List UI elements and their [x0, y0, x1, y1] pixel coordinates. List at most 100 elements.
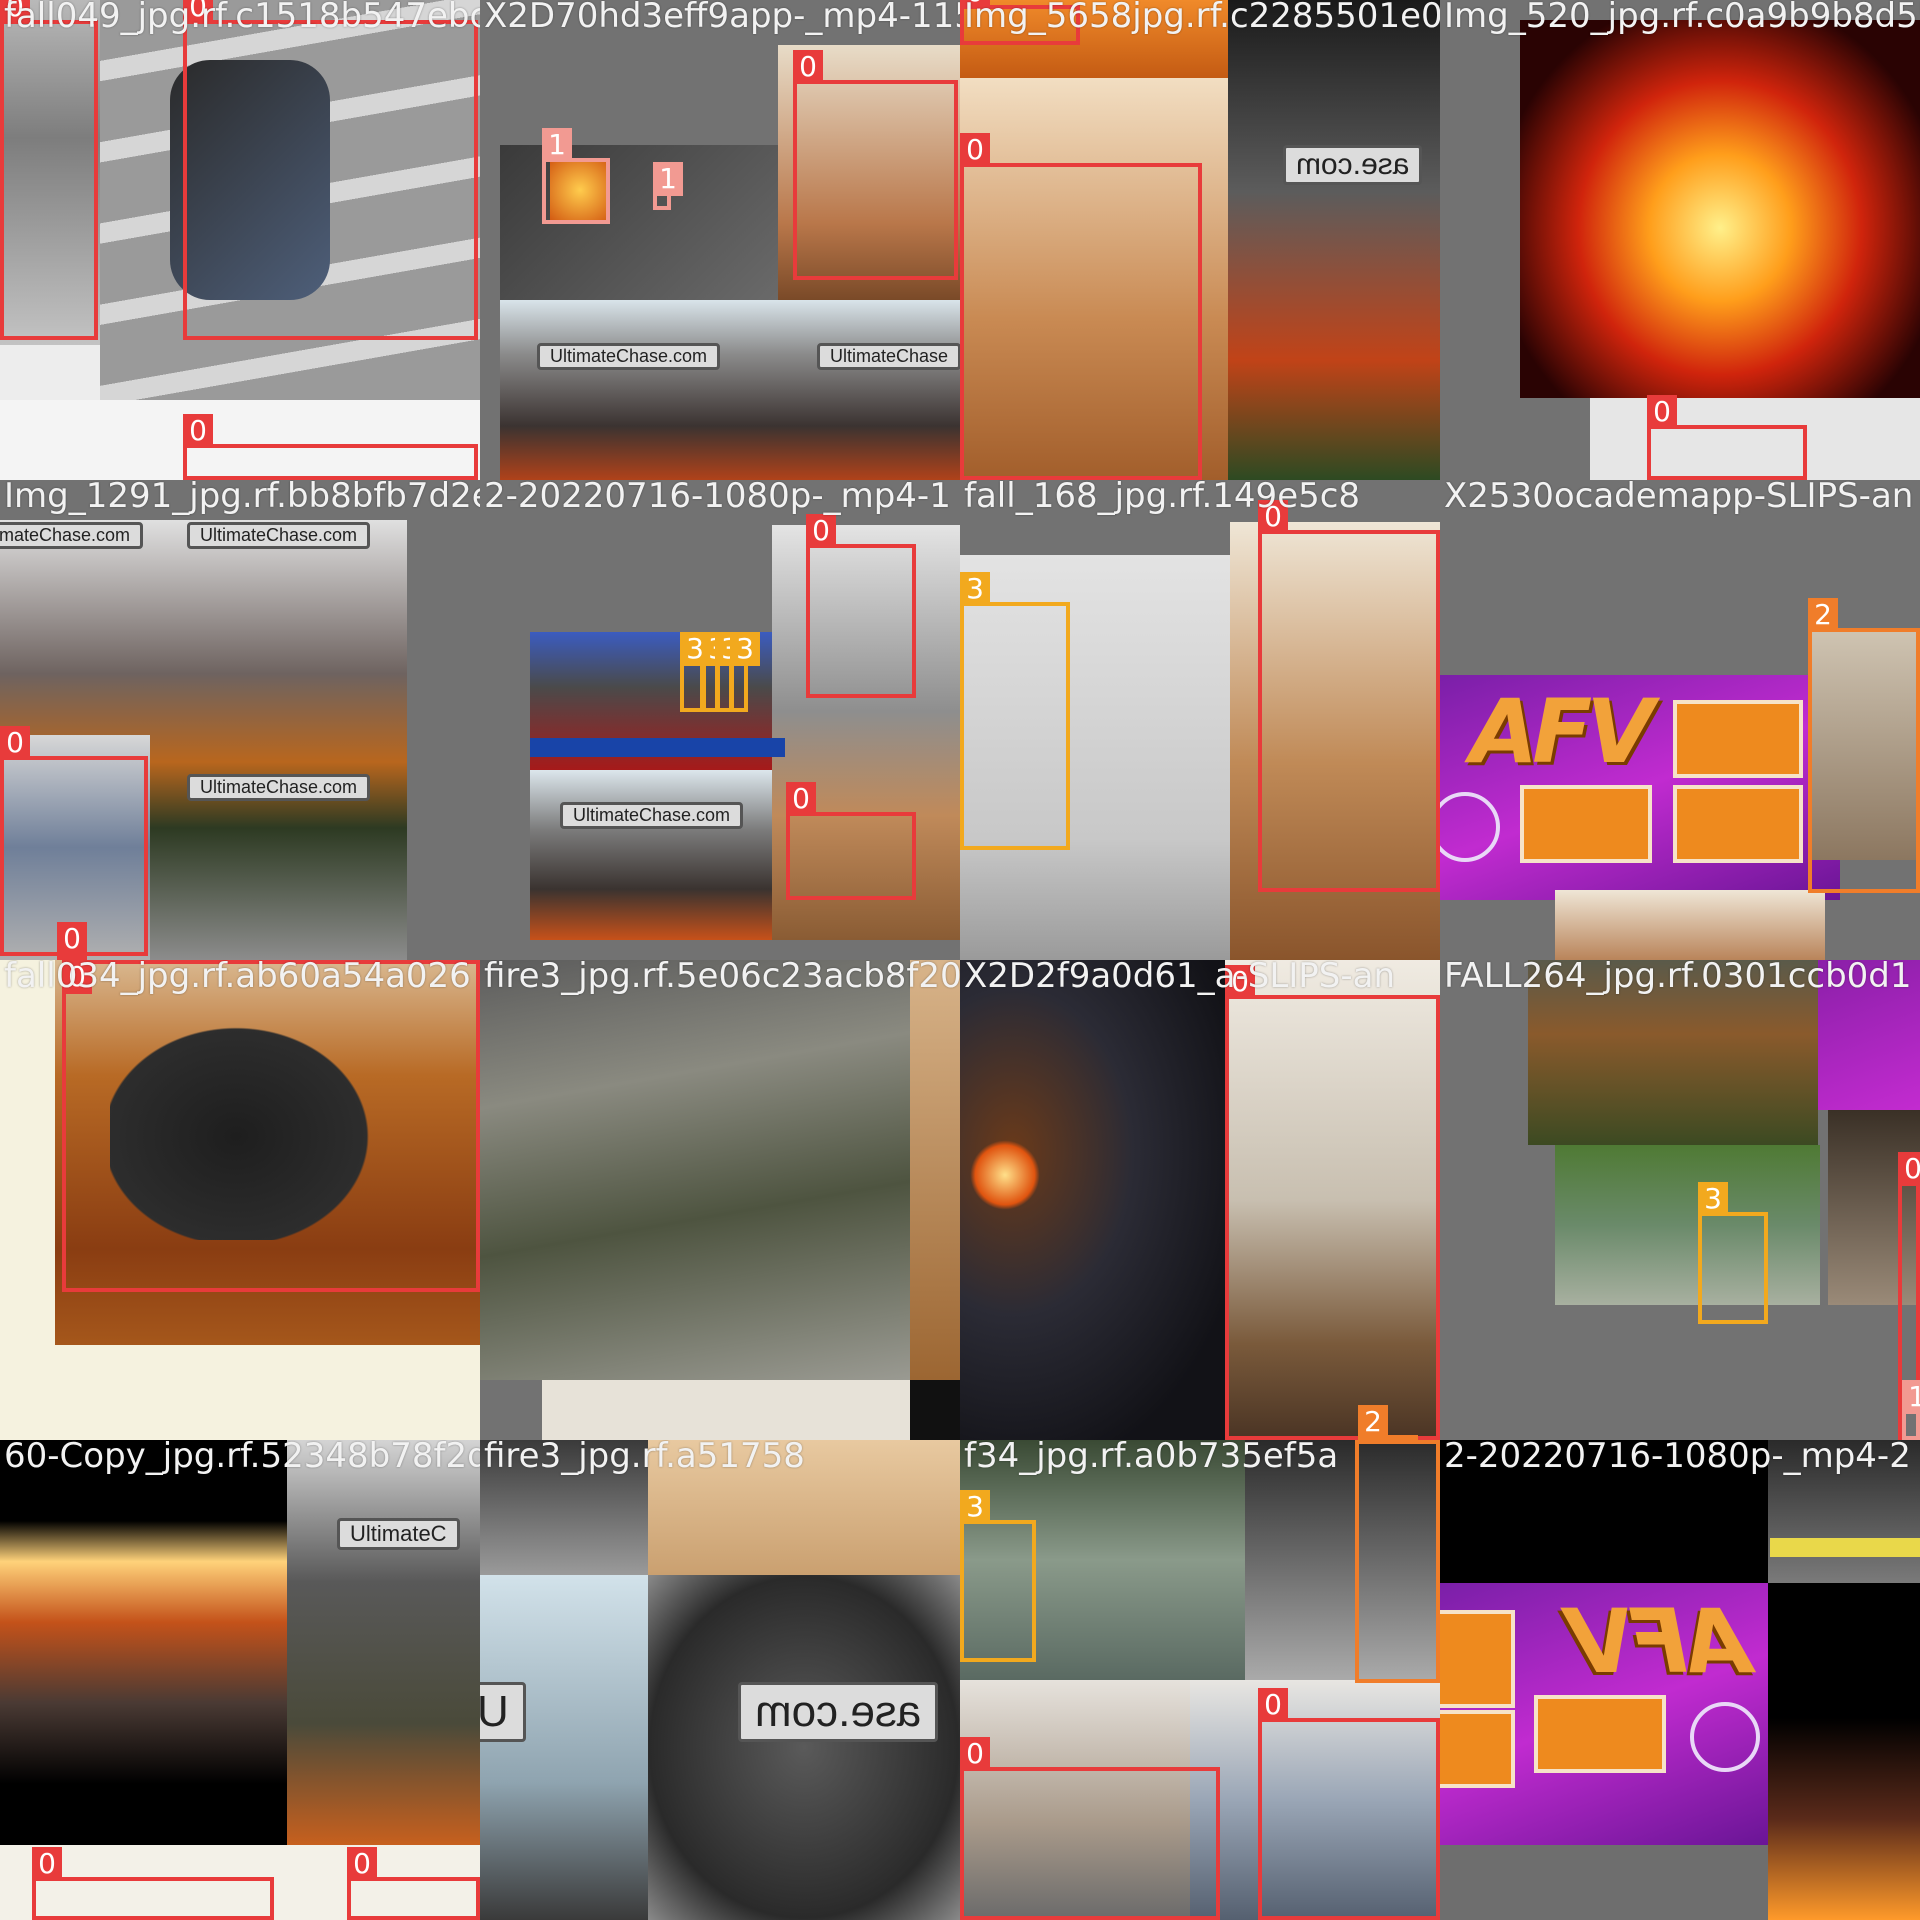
afv-logo: AFV [1572, 1590, 1751, 1693]
bounding-box: 0 [1258, 500, 1440, 892]
class-label: 0 [1258, 1688, 1288, 1722]
tile-image [0, 1440, 287, 1845]
tile-filename: 2-20220716-1080p-_mp4-1 [484, 480, 951, 516]
bounding-box: 0 [960, 1737, 1220, 1920]
mosaic-tile: 0 0 ase.com Img_5658jpg.rf.c2285501e004 [960, 0, 1440, 480]
overlay-rectangle [1534, 1695, 1666, 1773]
mosaic-tile: UltimateC 0 0 60-Copy_jpg.rf.52348b78f2d [0, 1440, 480, 1920]
bounding-box: 0 [183, 414, 478, 480]
tile-filename: f34_jpg.rf.a0b735ef5a [964, 1440, 1339, 1476]
bounding-box: 0 [0, 0, 98, 340]
tile-filename: X2530ocademapp-SLIPS-an [1444, 480, 1914, 516]
tile-image [910, 1380, 960, 1440]
bounding-box [1355, 1440, 1440, 1683]
bounding-box: 0 [1647, 395, 1807, 480]
tile-filename: Img_520_jpg.rf.c0a9b9b8d55 [1444, 0, 1920, 36]
bounding-box: 0 [960, 133, 1202, 480]
bounding-box: 0 [347, 1847, 480, 1920]
mosaic-tile: 3 0 fall_168_jpg.rf.149e5c8 [960, 480, 1440, 960]
tile-filename: FALL264_jpg.rf.0301ccb0d1 [1444, 960, 1912, 996]
tile-image [1555, 890, 1825, 960]
tile-filename: 60-Copy_jpg.rf.52348b78f2d [4, 1440, 480, 1476]
tile-filename: fall034_jpg.rf.ab60a54a026 [4, 960, 471, 996]
watermark-text: UltimateChase.com [537, 343, 721, 370]
mosaic-tile: AFV 2-20220716-1080p-_mp4-2 [1440, 1440, 1920, 1920]
mosaic-tile: fire3_jpg.rf.5e06c23acb8f20 [480, 960, 960, 1440]
bounding-box: 3 [960, 572, 1070, 850]
tile-image [1520, 20, 1920, 398]
overlay-rectangle [1520, 785, 1652, 863]
overlay-ring [1690, 1702, 1760, 1772]
watermark-text: UltimateC [337, 1518, 460, 1550]
class-label: 1 [1902, 1380, 1920, 1414]
watermark-text: ase.com [738, 1682, 939, 1742]
bounding-box: 0 [1225, 965, 1440, 1440]
news-banner [530, 738, 785, 757]
bounding-box: 0 [62, 960, 480, 1292]
tile-image [1768, 1583, 1920, 1920]
bounding-box: 0 [32, 1847, 274, 1920]
class-label: 3 [960, 1490, 990, 1524]
class-label: 0 [793, 50, 823, 84]
overlay-rectangle [1673, 785, 1803, 863]
overlay-rectangle [1673, 700, 1803, 778]
tile-image [1555, 1145, 1820, 1305]
mosaic-tile: AFV 2 X2530ocademapp-SLIPS-an [1440, 480, 1920, 960]
tile-image [287, 1440, 480, 1845]
class-label: 0 [1898, 1152, 1920, 1186]
bounding-box: 1 [653, 162, 683, 210]
tile-filename: X2D2f9a0d61_a-SLIPS-an [964, 960, 1396, 996]
mosaic-tile: 1 1 0 UltimateChase.com UltimateChase X2… [480, 0, 960, 480]
bounding-box: 1 [1902, 1380, 1920, 1440]
tile-image [530, 770, 785, 940]
tile-filename: fall049_jpg.rf.c1518b547ebc [4, 0, 480, 36]
watermark-text: UltimateChase.com [187, 522, 371, 549]
class-label: 0 [806, 514, 836, 548]
class-label: 1 [653, 162, 683, 196]
mosaic-tile: 3 3 3 3 0 0 UltimateChase.com 2-20220716… [480, 480, 960, 960]
class-label: 0 [347, 1847, 377, 1881]
news-banner [1770, 1538, 1920, 1557]
overlay-rectangle [1440, 1610, 1515, 1708]
bounding-box: 1 [542, 128, 610, 224]
watermark-text: UltimateChase.com [187, 774, 371, 801]
class-label: 0 [1647, 395, 1677, 429]
tile-image [542, 1380, 910, 1440]
bounding-box: 3 [960, 1490, 1036, 1662]
tile-image [480, 960, 910, 1380]
tile-filename: 2-20220716-1080p-_mp4-2 [1444, 1440, 1911, 1476]
tile-filename: Img_1291_jpg.rf.bb8bfb7d2e5 [4, 480, 480, 516]
tile-image [480, 1575, 648, 1920]
mosaic-grid: 0 0 0 fall049_jpg.rf.c1518b547ebc 1 1 0 … [0, 0, 1920, 1920]
mosaic-tile: 3 0 1 FALL264_jpg.rf.0301ccb0d1 [1440, 960, 1920, 1440]
class-label: 0 [960, 133, 990, 167]
mosaic-tile: 0 0 UltimateChase.com UltimateChase.com … [0, 480, 480, 960]
watermark-text: UltimateChase [817, 343, 960, 370]
afv-logo: AFV [1470, 680, 1654, 783]
mosaic-tile: 3 0 0 f34_jpg.rf.a0b735ef5a [960, 1440, 1440, 1920]
bounding-box: 0 [786, 782, 916, 900]
bounding-box: 3 [680, 632, 710, 712]
tile-image [648, 1575, 960, 1920]
class-label: 2 [1358, 1405, 1388, 1439]
tile-filename: X2D70hd3eff9app-_mp4-115 [484, 0, 960, 36]
tile-image [500, 300, 960, 480]
bounding-box: 0 [806, 514, 916, 698]
class-label: 0 [183, 414, 213, 448]
watermark-text: UltimateChase.com [0, 522, 144, 549]
bounding-box: 0 [57, 922, 87, 960]
tile-filename: Img_5658jpg.rf.c2285501e004 [964, 0, 1440, 36]
class-label: 3 [730, 632, 760, 666]
mosaic-tile: ase.com U fire3_jpg.rf.a51758 [480, 1440, 960, 1920]
mosaic-tile: 0 0 0 fall049_jpg.rf.c1518b547ebc [0, 0, 480, 480]
class-label: 3 [960, 572, 990, 606]
tile-image [970, 1140, 1040, 1210]
bounding-box: 0 [793, 50, 958, 280]
mosaic-tile: 0 Img_520_jpg.rf.c0a9b9b8d55 [1440, 0, 1920, 480]
mosaic-tile: 0 2 X2D2f9a0d61_a-SLIPS-an [960, 960, 1440, 1440]
tile-filename: fire3_jpg.rf.5e06c23acb8f20 [484, 960, 960, 996]
class-label: 0 [57, 922, 87, 956]
bounding-box: 0 [1258, 1688, 1440, 1920]
tile-image [1228, 0, 1440, 480]
class-label: 0 [786, 782, 816, 816]
